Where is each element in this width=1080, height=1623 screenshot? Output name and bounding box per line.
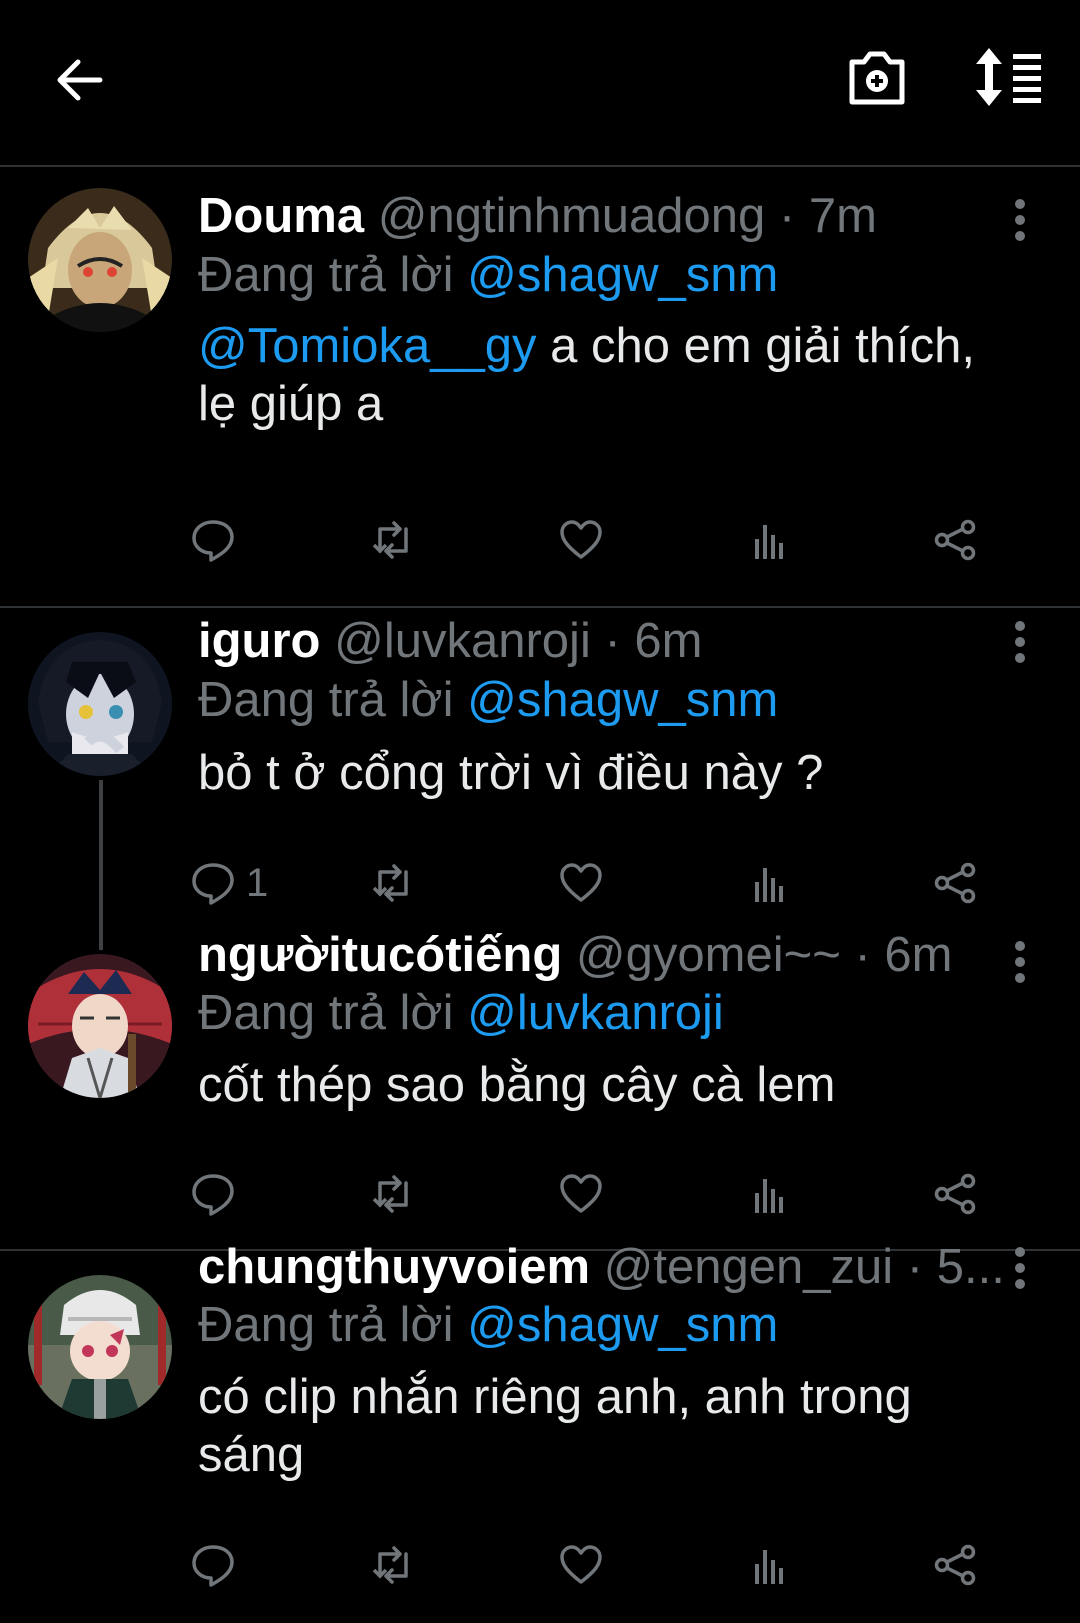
tweet-actions	[190, 1535, 1030, 1595]
timestamp[interactable]: 6m	[884, 928, 952, 982]
arrow-left-icon[interactable]	[50, 50, 110, 110]
reply-icon	[192, 863, 234, 905]
more-options-icon[interactable]	[1008, 620, 1032, 664]
tweet[interactable]: ngườitucótiếng @gyomei~~ · 6m Đang trả l…	[0, 928, 1080, 1250]
avatar[interactable]	[28, 954, 172, 1098]
reply-icon	[192, 520, 234, 562]
retweet-button[interactable]	[370, 853, 416, 913]
more-options-icon[interactable]	[1008, 198, 1032, 242]
timestamp[interactable]: 6m	[634, 614, 702, 668]
like-button[interactable]	[558, 853, 604, 913]
tweet-text: @Tomioka__gy a cho em giải thích, lẹ giú…	[198, 317, 1018, 433]
replying-to-label: Đang trả lời	[198, 986, 454, 1040]
body-mention[interactable]: @Tomioka__gy	[198, 319, 536, 373]
retweet-icon	[372, 1175, 408, 1213]
reply-button[interactable]	[190, 510, 236, 570]
tweet[interactable]: iguro @luvkanroji · 6m Đang trả lời @sha…	[0, 608, 1080, 928]
heart-icon	[560, 1174, 602, 1213]
share-button[interactable]	[932, 510, 978, 570]
analytics-icon	[755, 1550, 783, 1584]
retweet-icon	[372, 521, 408, 559]
reply-to-mention[interactable]: @luvkanroji	[467, 986, 724, 1040]
tweet-text: cốt thép sao bằng cây cà lem	[198, 1058, 836, 1112]
sort-replies-icon[interactable]	[975, 46, 1047, 108]
retweet-icon	[372, 1546, 408, 1584]
separator-dot: ·	[854, 928, 871, 982]
reply-button[interactable]	[190, 1535, 236, 1595]
timestamp[interactable]: 5...	[937, 1240, 1005, 1294]
share-button[interactable]	[932, 853, 978, 913]
tweet-text: bỏ t ở cổng trời vì điều này ?	[198, 746, 824, 800]
replying-to-label: Đang trả lời	[198, 673, 454, 727]
reply-to-mention[interactable]: @shagw_snm	[467, 248, 778, 302]
analytics-icon	[755, 525, 783, 559]
analytics-icon	[755, 868, 783, 902]
user-handle[interactable]: @gyomei~~	[576, 928, 841, 982]
display-name[interactable]: iguro	[198, 614, 320, 668]
display-name[interactable]: chungthuyvoiem	[198, 1240, 590, 1294]
avatar[interactable]	[28, 632, 172, 776]
tweet[interactable]: chungthuyvoiem @tengen_zui · 5... Đang t…	[0, 1240, 1080, 1623]
user-handle[interactable]: @tengen_zui	[604, 1240, 894, 1294]
retweet-icon	[372, 864, 408, 902]
tweet-actions	[190, 1164, 1030, 1224]
share-icon	[934, 1173, 976, 1215]
retweet-button[interactable]	[370, 1164, 416, 1224]
avatar[interactable]	[28, 188, 172, 332]
replying-to-label: Đang trả lời	[198, 248, 454, 302]
retweet-button[interactable]	[370, 1535, 416, 1595]
like-button[interactable]	[558, 510, 604, 570]
heart-icon	[560, 1545, 602, 1584]
reply-to-mention[interactable]: @shagw_snm	[467, 673, 778, 727]
like-button[interactable]	[558, 1535, 604, 1595]
more-options-icon[interactable]	[1008, 940, 1032, 984]
tweet[interactable]: Douma @ngtinhmuadong · 7m Đang trả lời @…	[0, 165, 1080, 585]
user-handle[interactable]: @luvkanroji	[334, 614, 591, 668]
heart-icon	[560, 863, 602, 902]
separator-dot: ·	[604, 614, 621, 668]
timestamp[interactable]: 7m	[809, 189, 877, 243]
share-icon	[934, 1544, 976, 1586]
share-button[interactable]	[932, 1535, 978, 1595]
retweet-button[interactable]	[370, 510, 416, 570]
analytics-icon	[755, 1179, 783, 1213]
camera-add-icon[interactable]	[846, 46, 908, 108]
reply-button[interactable]	[190, 1164, 236, 1224]
tweet-actions: 1	[190, 853, 1030, 913]
analytics-button[interactable]	[745, 1535, 791, 1595]
share-icon	[934, 862, 976, 904]
analytics-button[interactable]	[745, 1164, 791, 1224]
reply-icon	[192, 1545, 234, 1587]
analytics-button[interactable]	[745, 510, 791, 570]
tweet-actions	[190, 510, 1030, 570]
heart-icon	[560, 520, 602, 559]
display-name[interactable]: ngườitucótiếng	[198, 928, 562, 982]
reply-button[interactable]: 1	[190, 853, 268, 913]
tweet-text: có clip nhắn riêng anh, anh trong sáng	[198, 1370, 912, 1482]
separator-dot: ·	[906, 1240, 924, 1294]
share-icon	[934, 519, 976, 561]
replying-to-label: Đang trả lời	[198, 1298, 454, 1352]
like-button[interactable]	[558, 1164, 604, 1224]
analytics-button[interactable]	[745, 853, 791, 913]
separator-dot: ·	[778, 189, 796, 243]
display-name[interactable]: Douma	[198, 189, 364, 243]
user-handle[interactable]: @ngtinhmuadong	[378, 189, 766, 243]
top-bar	[0, 0, 1080, 167]
reply-to-mention[interactable]: @shagw_snm	[467, 1298, 778, 1352]
reply-icon	[192, 1174, 234, 1216]
avatar[interactable]	[28, 1275, 172, 1419]
more-options-icon[interactable]	[1008, 1246, 1032, 1290]
share-button[interactable]	[932, 1164, 978, 1224]
thread-connector	[99, 780, 103, 950]
reply-count: 1	[246, 860, 269, 905]
